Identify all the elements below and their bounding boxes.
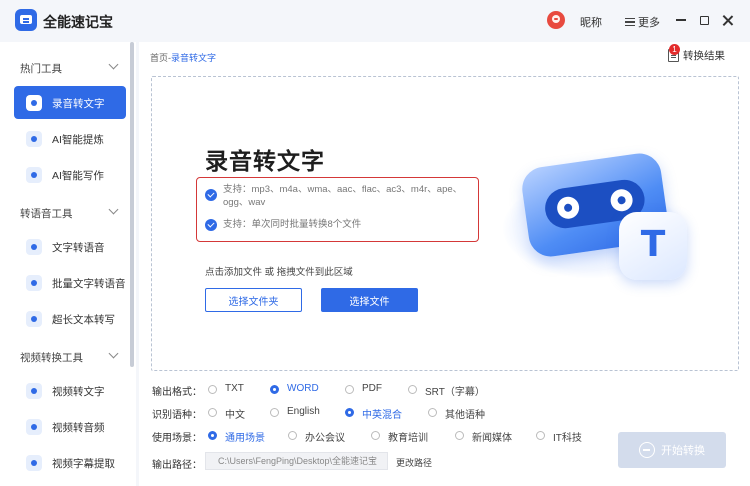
language-label: 识别语种：: [152, 410, 202, 421]
text-speech-icon: [26, 239, 42, 255]
output-format-label: 输出格式：: [152, 387, 202, 398]
text-t-illustration-icon: T: [619, 212, 687, 280]
format-option-word[interactable]: WORD: [287, 383, 319, 394]
sidebar-item-label: 批量文字转语音: [52, 278, 126, 290]
language-radio-chinese[interactable]: [208, 408, 217, 417]
change-path-link[interactable]: 更改路径: [396, 456, 432, 469]
format-option-pdf[interactable]: PDF: [362, 383, 382, 394]
video-text-icon: [26, 383, 42, 399]
long-text-icon: [26, 311, 42, 327]
language-radio-other[interactable]: [428, 408, 437, 417]
minimize-icon: [676, 19, 686, 21]
add-file-hint: 点击添加文件 或 拖拽文件到此区域: [205, 267, 353, 278]
result-label: 转换结果: [683, 50, 725, 62]
format-option-srt[interactable]: SRT（字幕）: [425, 383, 485, 398]
video-audio-icon: [26, 419, 42, 435]
sidebar-item-subtitle-extract[interactable]: 视频字幕提取: [14, 446, 126, 479]
language-option-other[interactable]: 其他语种: [445, 406, 485, 421]
format-radio-srt[interactable]: [408, 385, 417, 394]
breadcrumb-home[interactable]: 首页: [150, 53, 168, 63]
sidebar-item-text-to-speech[interactable]: 文字转语音: [14, 230, 126, 263]
avatar[interactable]: [547, 11, 565, 29]
select-file-button[interactable]: 选择文件: [321, 288, 418, 312]
app-logo-icon: [15, 9, 37, 31]
language-option-mixed[interactable]: 中英混合: [362, 406, 402, 421]
output-path-label: 输出路径：: [152, 460, 202, 471]
sidebar-item-label: 录音转文字: [52, 98, 105, 110]
supported-formats-text: 支持：mp3、m4a、wma、aac、flac、ac3、m4r、ape、ogg、…: [223, 184, 463, 208]
minimize-button[interactable]: [673, 12, 689, 28]
language-radio-mixed[interactable]: [345, 408, 354, 417]
menu-icon: [625, 18, 635, 26]
scene-radio-it[interactable]: [536, 431, 545, 440]
maximize-icon: [699, 15, 709, 25]
format-radio-word[interactable]: [270, 385, 279, 394]
scene-option-general[interactable]: 通用场景: [225, 429, 265, 444]
sidebar-item-long-text[interactable]: 超长文本转写: [14, 302, 126, 335]
sidebar-item-batch-tts[interactable]: 批量文字转语音: [14, 266, 126, 299]
close-icon: [722, 15, 733, 26]
output-path-field[interactable]: C:\Users\FengPing\Desktop\全能速记宝: [205, 452, 388, 470]
sidebar-item-label: 视频转文字: [52, 386, 105, 398]
scene-radio-general[interactable]: [208, 431, 217, 440]
sidebar-item-ai-extract[interactable]: AI智能提炼: [14, 122, 126, 155]
language-option-english[interactable]: English: [287, 406, 320, 417]
sidebar-item-video-to-text[interactable]: 视频转文字: [14, 374, 126, 407]
scene-radio-education[interactable]: [371, 431, 380, 440]
result-count-badge: 1: [669, 44, 680, 55]
scene-radio-news[interactable]: [455, 431, 464, 440]
batch-support-text: 支持：单次同时批量转换8个文件: [223, 219, 362, 230]
sidebar-item-label: 文字转语音: [52, 242, 105, 254]
start-convert-button[interactable]: 开始转换: [618, 432, 726, 468]
scene-option-education[interactable]: 教育培训: [388, 429, 428, 444]
audio-text-icon: [26, 95, 42, 111]
sidebar-item-label: 超长文本转写: [52, 314, 115, 326]
format-option-txt[interactable]: TXT: [225, 383, 244, 394]
breadcrumb-current: 录音转文字: [171, 53, 217, 63]
page-title: 录音转文字: [205, 148, 325, 174]
language-radio-english[interactable]: [270, 408, 279, 417]
maximize-button[interactable]: [696, 12, 712, 28]
ai-write-icon: [26, 167, 42, 183]
convert-icon: [639, 442, 655, 458]
scene-option-news[interactable]: 新闻媒体: [472, 429, 512, 444]
format-radio-pdf[interactable]: [345, 385, 354, 394]
select-folder-button[interactable]: 选择文件夹: [205, 288, 302, 312]
scene-label: 使用场景：: [152, 433, 202, 444]
reel-icon: [609, 187, 635, 213]
format-radio-txt[interactable]: [208, 385, 217, 394]
more-label: 更多: [638, 17, 660, 29]
subtitle-icon: [26, 455, 42, 471]
section-video-tools[interactable]: 视频转换工具: [20, 350, 83, 365]
sidebar-item-audio-to-text[interactable]: 录音转文字: [14, 86, 126, 119]
check-circle-icon: [205, 219, 217, 231]
check-circle-icon: [205, 189, 217, 201]
nickname-link[interactable]: 昵称: [580, 14, 602, 30]
app-title: 全能速记宝: [43, 14, 113, 30]
scene-radio-office[interactable]: [288, 431, 297, 440]
t-letter-icon: T: [640, 224, 666, 265]
close-button[interactable]: [719, 12, 735, 28]
more-button[interactable]: 更多: [625, 14, 660, 30]
sidebar-item-label: AI智能提炼: [52, 134, 104, 146]
section-speech-tools[interactable]: 转语音工具: [20, 206, 73, 221]
breadcrumb: 首页-录音转文字: [150, 51, 216, 64]
ai-extract-icon: [26, 131, 42, 147]
scene-option-office[interactable]: 办公会议: [305, 429, 345, 444]
sidebar-item-video-to-audio[interactable]: 视频转音频: [14, 410, 126, 443]
sidebar-item-label: 视频转音频: [52, 422, 105, 434]
sidebar-item-ai-write[interactable]: AI智能写作: [14, 158, 126, 191]
scene-option-it[interactable]: IT科技: [553, 429, 582, 444]
batch-tts-icon: [26, 275, 42, 291]
sidebar-item-label: 视频字幕提取: [52, 458, 115, 470]
start-convert-label: 开始转换: [661, 445, 705, 457]
sidebar-item-label: AI智能写作: [52, 170, 104, 182]
sidebar-scrollbar[interactable]: [130, 42, 134, 367]
reel-icon: [555, 195, 581, 221]
language-option-chinese[interactable]: 中文: [225, 406, 245, 421]
section-hot-tools[interactable]: 热门工具: [20, 61, 62, 76]
